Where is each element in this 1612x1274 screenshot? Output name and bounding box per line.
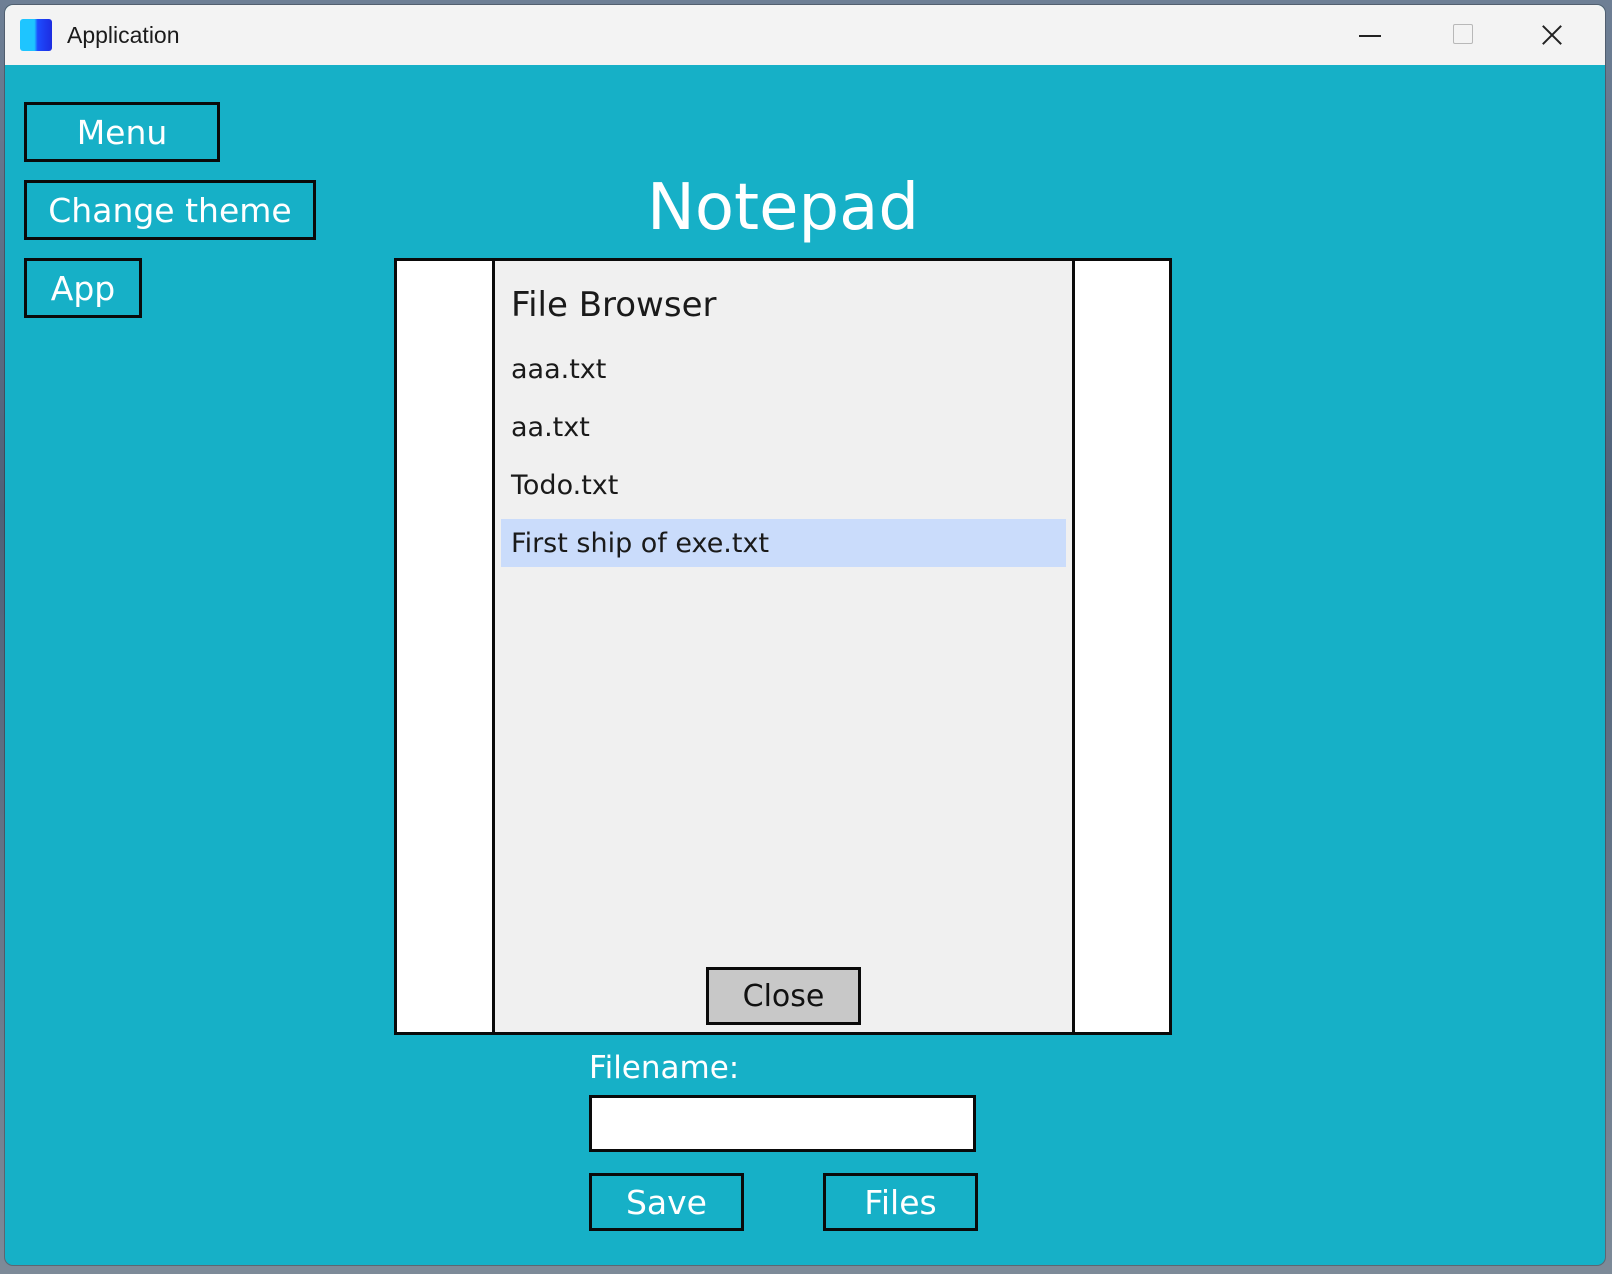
minimize-button[interactable] bbox=[1327, 5, 1417, 65]
application-window: Application Menu Change theme App Notepa… bbox=[5, 5, 1605, 1265]
file-list-item[interactable]: aaa.txt bbox=[501, 345, 1066, 393]
filename-input[interactable] bbox=[589, 1095, 976, 1152]
window-title: Application bbox=[67, 22, 180, 48]
title-bar: Application bbox=[5, 5, 1605, 65]
filename-label: Filename: bbox=[589, 1050, 740, 1086]
file-list-item[interactable]: First ship of exe.txt bbox=[501, 519, 1066, 567]
file-browser-title: File Browser bbox=[511, 285, 717, 325]
close-file-browser-button[interactable]: Close bbox=[706, 967, 861, 1025]
change-theme-button[interactable]: Change theme bbox=[24, 180, 316, 240]
app-icon bbox=[20, 19, 52, 51]
menu-button[interactable]: Menu bbox=[24, 102, 220, 162]
close-window-button[interactable] bbox=[1507, 5, 1597, 65]
save-button[interactable]: Save bbox=[589, 1173, 744, 1231]
file-list: aaa.txt aa.txt Todo.txt First ship of exe.t… bbox=[501, 345, 1066, 577]
maximize-button[interactable] bbox=[1417, 5, 1507, 65]
file-browser-panel: File Browser aaa.txt aa.txt Todo.txt First … bbox=[492, 258, 1075, 1035]
files-button[interactable]: Files bbox=[823, 1173, 978, 1231]
file-list-item[interactable]: Todo.txt bbox=[501, 461, 1066, 509]
file-list-item[interactable]: aa.txt bbox=[501, 403, 1066, 451]
app-button[interactable]: App bbox=[24, 258, 142, 318]
page-title: Notepad bbox=[647, 171, 919, 245]
